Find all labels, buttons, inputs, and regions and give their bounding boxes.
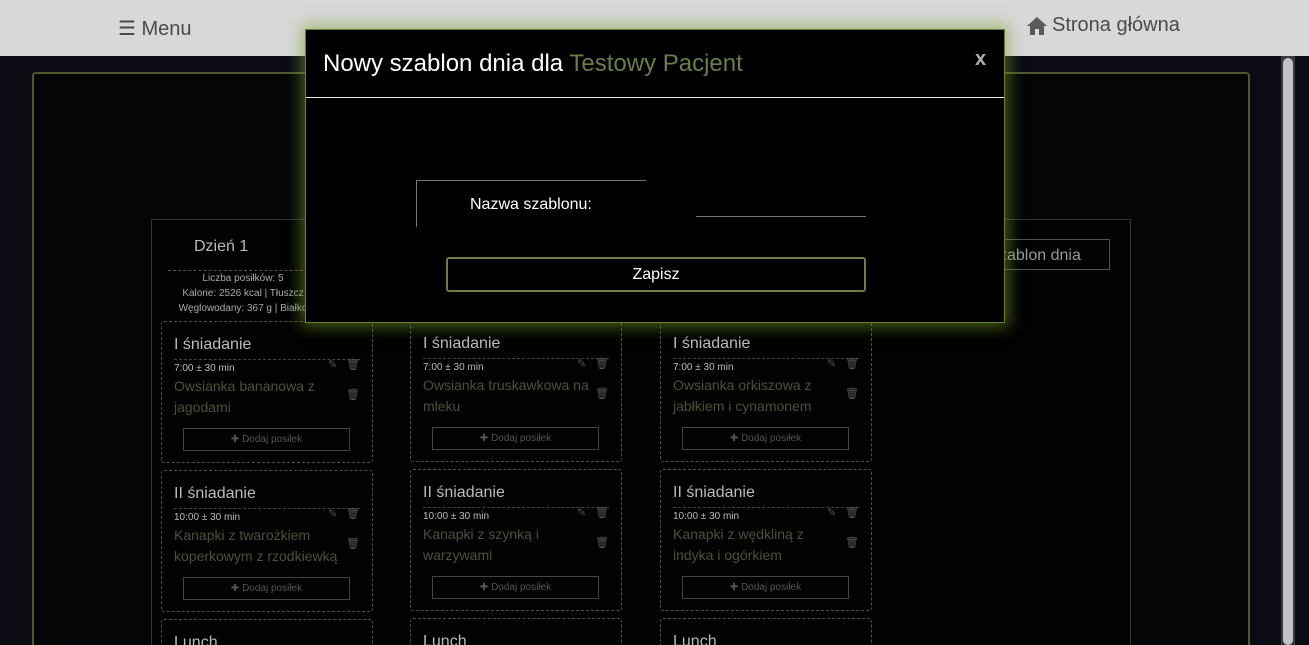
day-stats-count: Liczba posiłków: 5 — [202, 273, 284, 284]
meal-name[interactable]: Kanapki z twarożkiem koperkowym z rzodki… — [174, 525, 344, 567]
meal-title: Lunch — [673, 633, 717, 645]
meal-title: I śniadanie — [174, 336, 252, 353]
meal-title: Lunch — [423, 633, 467, 645]
meal-title: II śniadanie — [174, 485, 256, 502]
trash-icon[interactable]: 🗑 — [595, 536, 609, 549]
add-meal-label: Dodaj posiłek — [491, 582, 552, 593]
meal-title: Lunch — [174, 634, 218, 645]
add-meal-button[interactable]: ✚ Dodaj posiłek — [183, 577, 350, 600]
trash-icon[interactable]: 🗑 — [595, 506, 609, 519]
new-template-modal: Nowy szablon dnia dla Testowy Pacjent x … — [305, 29, 1005, 323]
plus-icon: ✚ — [230, 583, 243, 594]
pencil-icon[interactable]: ✎ — [328, 358, 337, 371]
trash-icon[interactable]: 🗑 — [595, 357, 609, 370]
menu-button[interactable]: ☰ Menu — [118, 16, 192, 41]
meal-name[interactable]: Kanapki z wędkliną z indyka i ogórkiem — [673, 524, 843, 566]
plus-icon: ✚ — [479, 433, 492, 444]
template-name-input[interactable] — [696, 190, 866, 217]
save-button[interactable]: Zapisz — [446, 257, 866, 292]
home-link-label: Strona główna — [1052, 14, 1180, 36]
trash-icon[interactable]: 🗑 — [845, 536, 859, 549]
meal-name[interactable]: Owsianka truskawkowa na mleku — [423, 375, 593, 417]
add-meal-label: Dodaj posiłek — [242, 583, 303, 594]
trash-icon[interactable]: 🗑 — [845, 387, 859, 400]
add-meal-label: Dodaj posiłek — [741, 582, 802, 593]
day-stats-macros: Węglowodany: 367 g | Białko — [178, 303, 308, 314]
close-button[interactable]: x — [975, 48, 986, 71]
home-icon — [1027, 16, 1047, 35]
meal-title: I śniadanie — [423, 335, 501, 352]
meal-card: II śniadanie 10:00 ± 30 min ✎ 🗑 Kanapki … — [161, 470, 373, 612]
plus-icon: ✚ — [729, 433, 742, 444]
day-title: Dzień 1 — [194, 238, 249, 255]
trash-icon[interactable]: 🗑 — [346, 507, 360, 520]
meal-name[interactable]: Kanapki z szynką i warzywami — [423, 524, 593, 566]
add-meal-button[interactable]: ✚ Dodaj posiłek — [682, 427, 849, 450]
meal-card: I śniadanie 7:00 ± 30 min ✎ 🗑 Owsianka b… — [161, 321, 373, 463]
meal-card: Lunch — [161, 619, 373, 645]
trash-icon[interactable]: 🗑 — [845, 506, 859, 519]
modal-divider — [306, 97, 1004, 98]
meal-title: II śniadanie — [673, 484, 755, 501]
add-meal-label: Dodaj posiłek — [491, 433, 552, 444]
trash-icon[interactable]: 🗑 — [845, 357, 859, 370]
trash-icon[interactable]: 🗑 — [346, 358, 360, 371]
template-name-label: Nazwa szablonu: — [470, 196, 592, 213]
day-stats: Liczba posiłków: 5 Kalorie: 2526 kcal | … — [168, 270, 318, 316]
meal-card: II śniadanie 10:00 ± 30 min ✎ 🗑 Kanapki … — [410, 469, 622, 611]
pencil-icon[interactable]: ✎ — [577, 506, 586, 519]
plus-icon: ✚ — [479, 582, 492, 593]
meal-name[interactable]: Owsianka bananowa z jagodami — [174, 376, 344, 418]
trash-icon[interactable]: 🗑 — [346, 388, 360, 401]
meal-title: II śniadanie — [423, 484, 505, 501]
pencil-icon[interactable]: ✎ — [827, 357, 836, 370]
add-meal-button[interactable]: ✚ Dodaj posiłek — [682, 576, 849, 599]
meal-title: I śniadanie — [673, 335, 751, 352]
home-link[interactable]: Strona główna — [1026, 14, 1180, 37]
add-meal-label: Dodaj posiłek — [242, 434, 303, 445]
trash-icon[interactable]: 🗑 — [346, 537, 360, 550]
plus-icon: ✚ — [729, 582, 742, 593]
meal-card: Lunch — [660, 618, 872, 645]
plus-icon: ✚ — [230, 434, 243, 445]
meal-card: Lunch — [410, 618, 622, 645]
meal-card: I śniadanie 7:00 ± 30 min ✎ 🗑 Owsianka o… — [660, 320, 872, 462]
meal-card: II śniadanie 10:00 ± 30 min ✎ 🗑 Kanapki … — [660, 469, 872, 611]
add-meal-button[interactable]: ✚ Dodaj posiłek — [183, 428, 350, 451]
add-meal-button[interactable]: ✚ Dodaj posiłek — [432, 576, 599, 599]
scrollbar-thumb[interactable] — [1283, 58, 1293, 645]
add-meal-label: Dodaj posiłek — [741, 433, 802, 444]
template-button[interactable]: zablon dnia — [990, 239, 1110, 270]
trash-icon[interactable]: 🗑 — [595, 387, 609, 400]
add-meal-button[interactable]: ✚ Dodaj posiłek — [432, 427, 599, 450]
modal-title-prefix: Nowy szablon dnia dla — [323, 50, 564, 77]
modal-title: Nowy szablon dnia dla Testowy Pacjent — [323, 50, 743, 78]
pencil-icon[interactable]: ✎ — [328, 507, 337, 520]
pencil-icon[interactable]: ✎ — [827, 506, 836, 519]
patient-name: Testowy Pacjent — [569, 50, 743, 77]
day-stats-calories: Kalorie: 2526 kcal | Tłuszcz — [182, 288, 304, 299]
meal-card: I śniadanie 7:00 ± 30 min ✎ 🗑 Owsianka t… — [410, 320, 622, 462]
meal-name[interactable]: Owsianka orkiszowa z jabłkiem i cynamone… — [673, 375, 843, 417]
pencil-icon[interactable]: ✎ — [577, 357, 586, 370]
